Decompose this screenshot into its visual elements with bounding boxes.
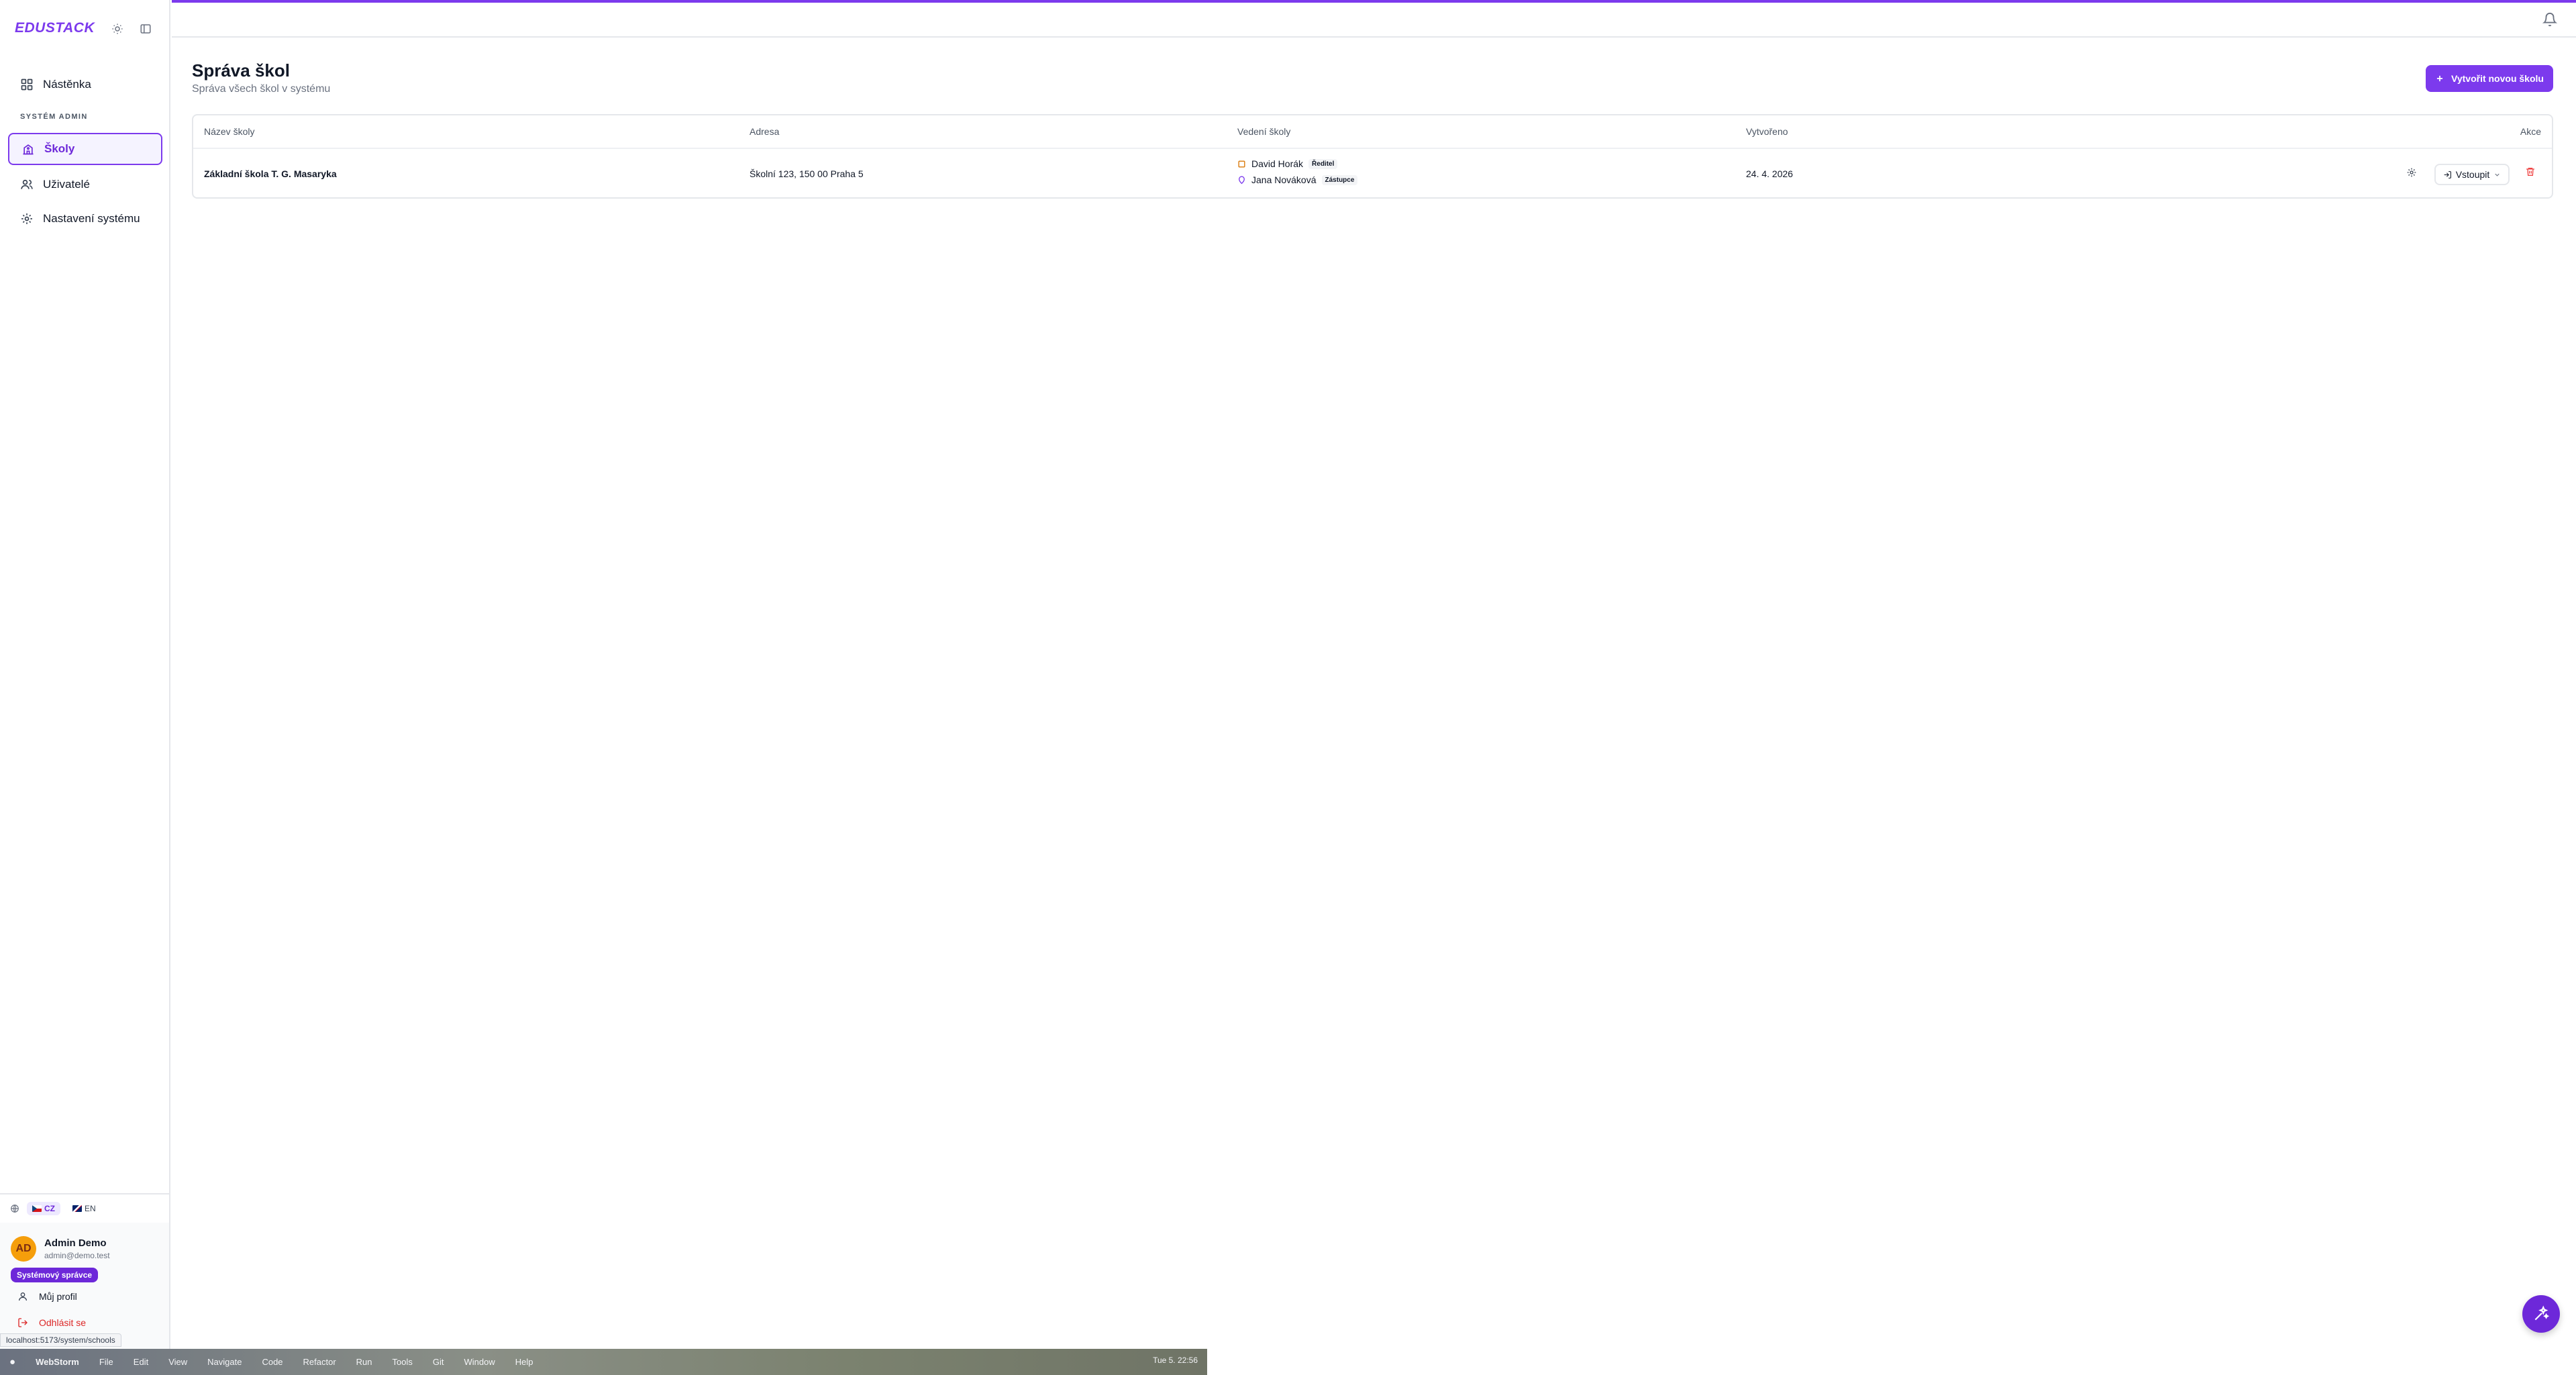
column-header-address: Adresa <box>750 126 780 137</box>
logout-link[interactable]: Odhlásit se <box>17 1317 86 1328</box>
language-cz-button[interactable]: CZ <box>27 1202 60 1215</box>
leader-principal: David Horák Ředitel <box>1237 158 1338 169</box>
menu-tools[interactable]: Tools <box>393 1357 413 1367</box>
menu-navigate[interactable]: Navigate <box>207 1357 242 1367</box>
sidebar-item-schools[interactable]: Školy <box>8 133 162 165</box>
chevron-down-icon <box>2495 173 2500 176</box>
top-bar <box>172 3 2576 38</box>
enter-school-label: Vstoupit <box>2455 169 2490 180</box>
create-school-button[interactable]: Vytvořit novou školu <box>2426 65 2553 92</box>
bell-icon[interactable] <box>2542 12 2559 28</box>
sidebar-item-system-settings[interactable]: Nastavení systému <box>8 203 162 235</box>
my-profile-label: Můj profil <box>39 1291 77 1302</box>
sidebar-item-label: Nástěnka <box>43 78 91 91</box>
schools-table: Název školy Adresa Vedení školy Vytvořen… <box>192 114 2553 199</box>
menu-git[interactable]: Git <box>433 1357 444 1367</box>
shield-icon <box>1238 160 1245 168</box>
language-en-button[interactable]: EN <box>67 1202 101 1215</box>
user-icon <box>19 1292 27 1301</box>
school-icon <box>23 144 34 155</box>
language-label: CZ <box>44 1204 55 1213</box>
created-date: 24. 4. 2026 <box>1746 168 1794 179</box>
sidebar-item-dashboard[interactable]: Nástěnka <box>8 68 162 101</box>
uk-flag-icon <box>72 1205 82 1212</box>
menu-run[interactable]: Run <box>356 1357 372 1367</box>
gear-icon <box>21 213 32 224</box>
leader-role-badge: Zástupce <box>1321 174 1358 185</box>
user-email: admin@demo.test <box>44 1251 110 1260</box>
cz-flag-icon <box>32 1205 42 1212</box>
sidebar-toggle-icon[interactable] <box>138 21 153 36</box>
brand-logo[interactable]: EDUSTACK <box>15 20 95 36</box>
main-content: Správa škol Správa všech škol v systému … <box>172 0 2576 1349</box>
sidebar-item-label: Nastavení systému <box>43 212 140 225</box>
section-label-system-admin: SYSTÉM ADMIN <box>20 113 88 121</box>
menu-window[interactable]: Window <box>464 1357 495 1367</box>
users-icon <box>21 179 33 189</box>
leader-role-badge: Ředitel <box>1308 158 1338 169</box>
create-school-label: Vytvořit novou školu <box>2451 73 2544 84</box>
enter-school-button[interactable]: Vstoupit <box>2434 164 2510 185</box>
menu-bar-status: Tue 5. 22:56 <box>1153 1356 1198 1365</box>
column-header-actions: Akce <box>2520 126 2541 137</box>
leader-name: Jana Nováková <box>1251 174 1317 185</box>
menu-code[interactable]: Code <box>262 1357 282 1367</box>
role-badge: Systémový správce <box>11 1268 99 1282</box>
school-name: Základní škola T. G. Masaryka <box>204 168 337 179</box>
table-header-divider <box>193 148 2552 149</box>
column-header-leadership: Vedení školy <box>1237 126 1291 137</box>
page-title: Správa škol <box>192 60 290 81</box>
page-subtitle: Správa všech škol v systému <box>192 83 331 95</box>
school-settings-icon[interactable] <box>2406 167 2421 182</box>
menu-app-name[interactable]: WebStorm <box>36 1357 79 1367</box>
sparkles-icon <box>2534 1305 2550 1321</box>
leader-name: David Horák <box>1251 158 1304 169</box>
avatar[interactable]: AD <box>11 1236 36 1262</box>
menu-edit[interactable]: Edit <box>134 1357 148 1367</box>
logout-icon <box>18 1318 28 1327</box>
leader-deputy: Jana Nováková Zástupce <box>1237 174 1358 185</box>
status-url: localhost:5173/system/schools <box>0 1333 121 1347</box>
sidebar-item-users[interactable]: Uživatelé <box>8 168 162 201</box>
menu-file[interactable]: File <box>99 1357 113 1367</box>
brand-actions <box>110 21 153 36</box>
sidebar-footer: CZ EN AD Admin Demo admin@demo.test Syst… <box>0 1193 169 1350</box>
enter-icon <box>2444 170 2451 179</box>
os-menu-bar: ● WebStorm File Edit View Navigate Code … <box>0 1349 1207 1375</box>
globe-icon <box>9 1203 20 1214</box>
logout-label: Odhlásit se <box>39 1317 87 1328</box>
language-switcher: CZ EN <box>9 1202 101 1215</box>
dashboard-icon <box>21 79 33 91</box>
menu-refactor[interactable]: Refactor <box>303 1357 336 1367</box>
clock[interactable]: Tue 5. 22:56 <box>1153 1356 1198 1365</box>
school-address: Školní 123, 150 00 Praha 5 <box>750 168 864 179</box>
user-card: AD Admin Demo admin@demo.test Systémový … <box>0 1223 169 1350</box>
sidebar: EDUSTACK Nástěnka SYSTÉM ADMIN Školy Uži… <box>0 0 170 1350</box>
trash-icon[interactable] <box>2525 166 2540 181</box>
user-name: Admin Demo <box>44 1237 107 1249</box>
menu-help[interactable]: Help <box>515 1357 533 1367</box>
my-profile-link[interactable]: Můj profil <box>17 1291 77 1302</box>
sidebar-item-label: Školy <box>44 142 75 155</box>
app-root: EDUSTACK Nástěnka SYSTÉM ADMIN Školy Uži… <box>0 0 2576 1375</box>
apple-icon[interactable]: ● <box>9 1356 15 1368</box>
sidebar-item-label: Uživatelé <box>43 178 90 191</box>
sun-icon[interactable] <box>110 21 125 36</box>
column-header-created: Vytvořeno <box>1746 126 1788 137</box>
ai-assistant-button[interactable] <box>2522 1295 2560 1333</box>
language-label: EN <box>85 1204 96 1213</box>
menu-view[interactable]: View <box>168 1357 187 1367</box>
plus-icon <box>2436 75 2443 82</box>
column-header-name: Název školy <box>204 126 255 137</box>
pin-icon <box>1239 175 1245 184</box>
